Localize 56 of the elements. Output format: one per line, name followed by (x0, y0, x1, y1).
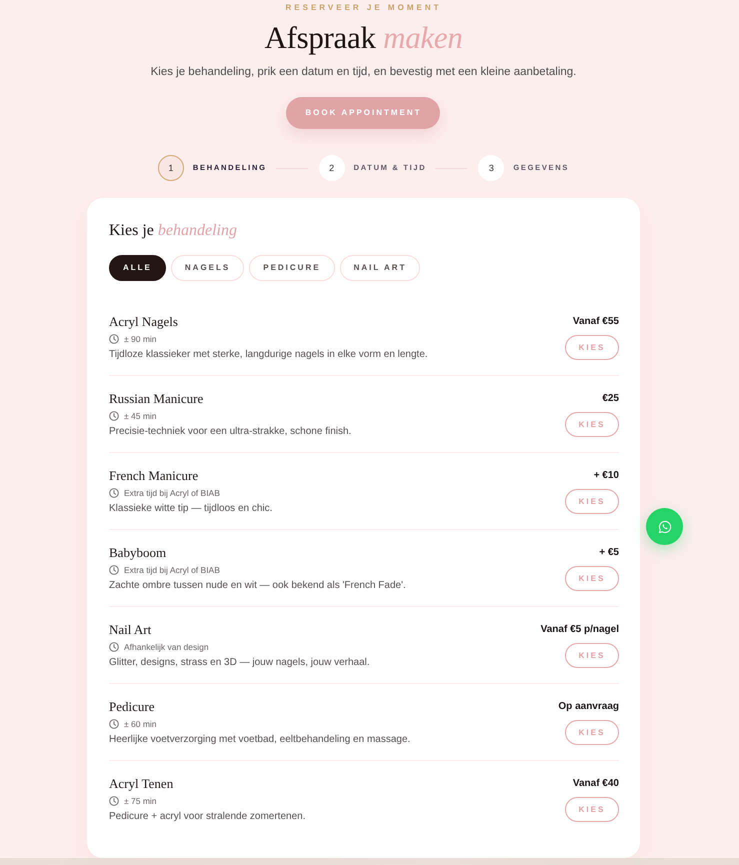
duration-text: ± 45 min (124, 410, 157, 422)
service-name: Nail Art (109, 622, 152, 638)
service-description: Heerlijke voetverzorging met voetbad, eeltbehandeling en massage. (109, 733, 410, 747)
service-name: Pedicure (109, 699, 156, 715)
choose-button[interactable]: KIES (565, 566, 619, 591)
filter-tab[interactable]: ALLE (109, 255, 166, 281)
service-description: Klassieke witte tip — tijdloos en chic. (109, 502, 272, 516)
service-name: Russian Manicure (109, 391, 204, 407)
page-title: Afspraak maken (264, 20, 463, 56)
clock-icon (109, 411, 119, 421)
filter-tab[interactable]: NAIL ART (340, 255, 420, 281)
step-number: 2 (318, 155, 345, 181)
price-text: Vanaf €5 p/nagel (540, 623, 619, 637)
clock-icon (109, 488, 119, 498)
clock-icon (109, 642, 119, 652)
filter-tab[interactable]: PEDICURE (249, 255, 335, 281)
service-description: Pedicure + acryl voor stralende zomertenen. (109, 810, 306, 824)
phone-bubble-icon (658, 520, 672, 534)
filter-tab[interactable]: NAGELS (170, 255, 244, 281)
step-number: 1 (158, 155, 184, 181)
chat-button[interactable] (646, 508, 683, 545)
price-text: + €5 (599, 546, 619, 560)
service-name: Acryl Nagels (109, 314, 179, 330)
service-description: Zachte ombre tussen nude en wit — ook bekend als 'French Fade'. (109, 579, 406, 593)
duration-text: Extra tijd bij Acryl of BIAB (124, 487, 220, 499)
duration-text: ± 75 min (124, 795, 157, 807)
duration-text: ± 60 min (124, 718, 157, 730)
duration-text: Extra tijd bij Acryl of BIAB (124, 564, 220, 576)
price-text: Vanaf €40 (572, 777, 619, 791)
eyebrow-text: RESERVEER JE MOMENT (286, 2, 442, 14)
subtitle-text: Kies je behandeling, prik een datum en tijd, en bevestig met een kleine aanbetaling. (150, 65, 576, 80)
service-name: Babyboom (109, 545, 168, 561)
clock-icon (109, 565, 119, 575)
price-text: + €10 (594, 469, 619, 483)
price-text: Vanaf €55 (572, 315, 619, 329)
price-text: €25 (602, 392, 619, 406)
book-appointment-button[interactable]: BOOK APPOINTMENT (286, 97, 440, 129)
duration-text: Afhankelijk van design (124, 641, 209, 653)
service-name: Acryl Tenen (109, 776, 174, 792)
choose-button[interactable]: KIES (565, 720, 619, 745)
clock-icon (109, 719, 119, 729)
step-number: 3 (478, 155, 504, 181)
duration-text: ± 90 min (124, 333, 157, 345)
price-text: Op aanvraag (558, 700, 619, 714)
service-name: French Manicure (109, 468, 200, 484)
service-description: Glitter, designs, strass en 3D — jouw nagels, jouw verhaal. (109, 656, 370, 670)
choose-button[interactable]: KIES (565, 412, 619, 437)
clock-icon (109, 334, 119, 344)
choose-button[interactable]: KIES (565, 797, 619, 822)
choose-button[interactable]: KIES (565, 335, 619, 360)
choose-button[interactable]: KIES (565, 643, 619, 668)
choose-button[interactable]: KIES (565, 489, 619, 514)
service-description: Tijdloze klassieker met sterke, langdurige nagels in elke vorm en lengte. (109, 348, 428, 362)
clock-icon (109, 796, 119, 806)
service-description: Precisie-techniek voor een ultra-strakke, schone finish. (109, 425, 352, 439)
section-heading: Kies je behandeling (109, 222, 238, 240)
